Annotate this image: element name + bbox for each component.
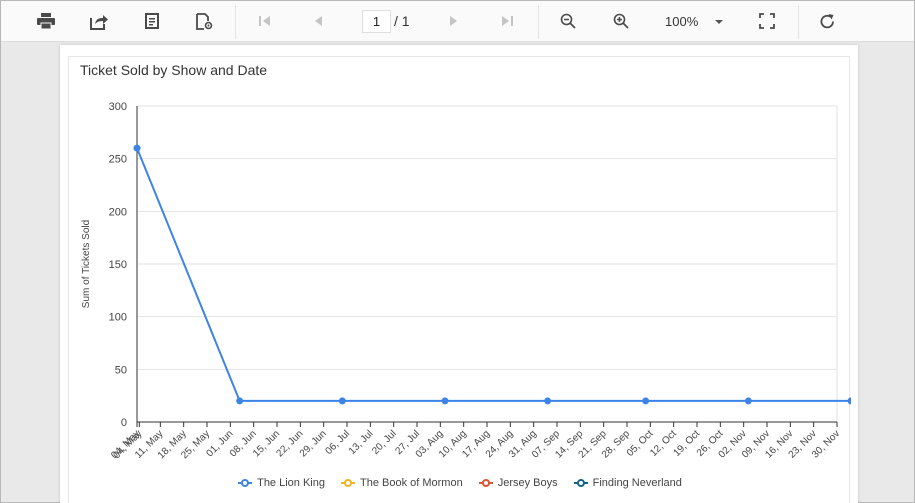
series-line	[136, 147, 851, 402]
y-tick-label: 50	[115, 364, 127, 376]
chart-legend: The Lion King The Book of Mormon Jersey Bo…	[69, 477, 851, 489]
report-viewer[interactable]: Ticket Sold by Show and Date 0 50 100 150 20…	[1, 42, 914, 503]
x-tick-label: 29, Jun	[298, 428, 329, 459]
y-axis-title: Sum of Tickets Sold	[81, 220, 92, 308]
first-page-icon[interactable]	[249, 5, 281, 37]
document-icon[interactable]	[136, 5, 168, 37]
data-point	[544, 397, 552, 405]
data-point	[744, 397, 752, 405]
legend-label: The Book of Mormon	[359, 477, 463, 489]
y-tick-label: 0	[121, 417, 127, 429]
report-page: Ticket Sold by Show and Date 0 50 100 150 20…	[60, 45, 858, 503]
legend-marker-icon	[340, 478, 355, 488]
toolbar: 1 / 1 100%	[1, 1, 914, 42]
page-setup-icon[interactable]	[188, 5, 220, 37]
page-number-input[interactable]: 1	[362, 10, 391, 33]
x-tick-label: 20, Jul	[370, 428, 399, 457]
zoom-dropdown[interactable]: 100%	[665, 14, 698, 29]
legend-item[interactable]: Jersey Boys	[478, 477, 558, 489]
chevron-down-icon[interactable]	[715, 20, 723, 24]
x-tick-label: 06, Jul	[324, 428, 353, 457]
export-icon[interactable]	[83, 5, 115, 37]
page-total-label: / 1	[394, 13, 410, 29]
data-point	[642, 397, 650, 405]
legend-label: The Lion King	[257, 477, 325, 489]
data-point	[133, 144, 141, 152]
fullscreen-icon[interactable]	[751, 5, 783, 37]
legend-marker-icon	[238, 478, 253, 488]
data-point	[847, 397, 851, 405]
legend-label: Finding Neverland	[592, 477, 682, 489]
zoom-in-icon[interactable]	[605, 5, 637, 37]
last-page-icon[interactable]	[491, 5, 523, 37]
legend-item[interactable]: Finding Neverland	[573, 477, 682, 489]
data-point	[236, 397, 244, 405]
y-tick-label: 150	[109, 259, 127, 271]
previous-page-icon[interactable]	[302, 5, 334, 37]
refresh-icon[interactable]	[811, 5, 843, 37]
y-tick-label: 250	[109, 154, 127, 166]
chart-container: Ticket Sold by Show and Date 0 50 100 150 20…	[68, 56, 851, 503]
y-tick-label: 300	[109, 101, 127, 113]
y-tick-label: 200	[109, 206, 127, 218]
legend-item[interactable]: The Book of Mormon	[340, 477, 463, 489]
legend-item[interactable]: The Lion King	[238, 477, 325, 489]
legend-marker-icon	[573, 478, 588, 488]
data-point	[441, 397, 449, 405]
x-tick-label: 13, Jul	[347, 428, 376, 457]
data-point	[338, 397, 346, 405]
legend-label: Jersey Boys	[497, 477, 558, 489]
next-page-icon[interactable]	[438, 5, 470, 37]
print-icon[interactable]	[30, 5, 62, 37]
line-chart: 050100150200250300Sum of Tickets Sold04,…	[81, 101, 851, 461]
legend-marker-icon	[478, 478, 493, 488]
zoom-out-icon[interactable]	[552, 5, 584, 37]
y-tick-label: 100	[109, 312, 127, 324]
